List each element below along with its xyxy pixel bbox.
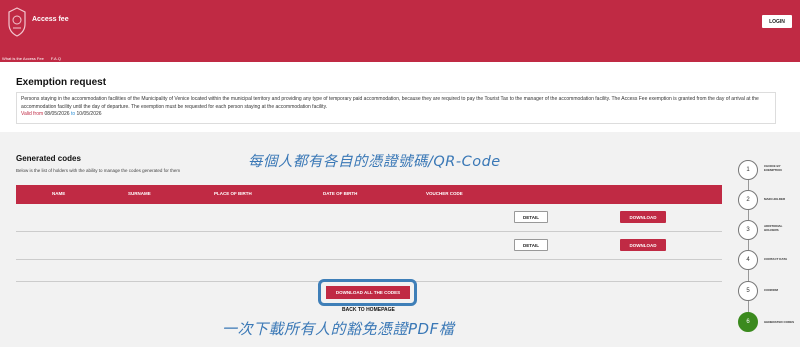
step-6-current: 6 xyxy=(738,312,758,332)
login-button[interactable]: LOGIN xyxy=(762,15,792,28)
annotation-download-all: 一次下載所有人的豁免憑證PDF檔 xyxy=(222,320,455,338)
date-from: 08/05/2026 xyxy=(44,111,70,117)
date-to: 10/05/2026 xyxy=(76,111,102,117)
to-label: to xyxy=(70,111,76,117)
step-1: 1 xyxy=(738,160,758,180)
step-3-label: ADDITIONAL HOLDERS xyxy=(764,224,783,232)
column-voucher-code: VOUCHER CODE xyxy=(426,191,463,196)
column-surname: SURNAME xyxy=(128,191,151,196)
generated-codes-title: Generated codes xyxy=(16,154,81,163)
brand-title: Access fee xyxy=(32,16,69,23)
column-place-of-birth: PLACE OF BIRTH xyxy=(214,191,252,196)
step-4: 4 xyxy=(738,250,758,270)
detail-button[interactable]: DETAIL xyxy=(514,239,548,251)
download-button[interactable]: DOWNLOAD xyxy=(620,211,666,223)
venice-crest-icon xyxy=(8,7,26,37)
exemption-info-box: Persons staying in the accommodation fac… xyxy=(16,92,776,124)
detail-button[interactable]: DETAIL xyxy=(514,211,548,223)
exemption-text: Persons staying in the accommodation fac… xyxy=(21,96,759,110)
step-5-label: CONFIRM xyxy=(764,288,778,292)
row-divider xyxy=(16,231,722,232)
nav-faq[interactable]: F.A.Q xyxy=(51,56,61,61)
valid-from-label: Valid from xyxy=(21,111,44,117)
validity-line: Valid from 08/05/2026 to 10/05/2026 xyxy=(21,111,771,119)
download-all-codes-button[interactable]: DOWNLOAD ALL THE CODES xyxy=(326,286,410,299)
step-4-label: CONTACT DATA xyxy=(764,257,788,261)
back-to-homepage-link[interactable]: BACK TO HOMEPAGE xyxy=(342,307,395,313)
column-date-of-birth: DATE OF BIRTH xyxy=(323,191,358,196)
row-divider xyxy=(16,259,722,260)
step-1-label: CHOICE BY EXEMPTION xyxy=(764,164,782,172)
nav-what-is-access-fee[interactable]: What is the Access Fee xyxy=(2,56,44,61)
generated-codes-subtitle: Below is the list of holders with the ab… xyxy=(16,168,181,173)
annotation-voucher-codes: 每個人都有各自的憑證號碼/QR-Code xyxy=(248,154,501,170)
download-button[interactable]: DOWNLOAD xyxy=(620,239,666,251)
column-name: NAME xyxy=(52,191,66,196)
step-3: 3 xyxy=(738,220,758,240)
exemption-title: Exemption request xyxy=(16,77,107,88)
codes-table-header: NAME SURNAME PLACE OF BIRTH DATE OF BIRT… xyxy=(16,185,722,204)
step-2-label: MAIN HOLDER xyxy=(764,197,786,201)
step-5: 5 xyxy=(738,281,758,301)
step-6-label: GENERATED CODES xyxy=(764,320,795,324)
header-bar xyxy=(0,0,800,62)
top-nav: What is the Access Fee F.A.Q xyxy=(2,56,67,61)
step-2: 2 xyxy=(738,190,758,210)
